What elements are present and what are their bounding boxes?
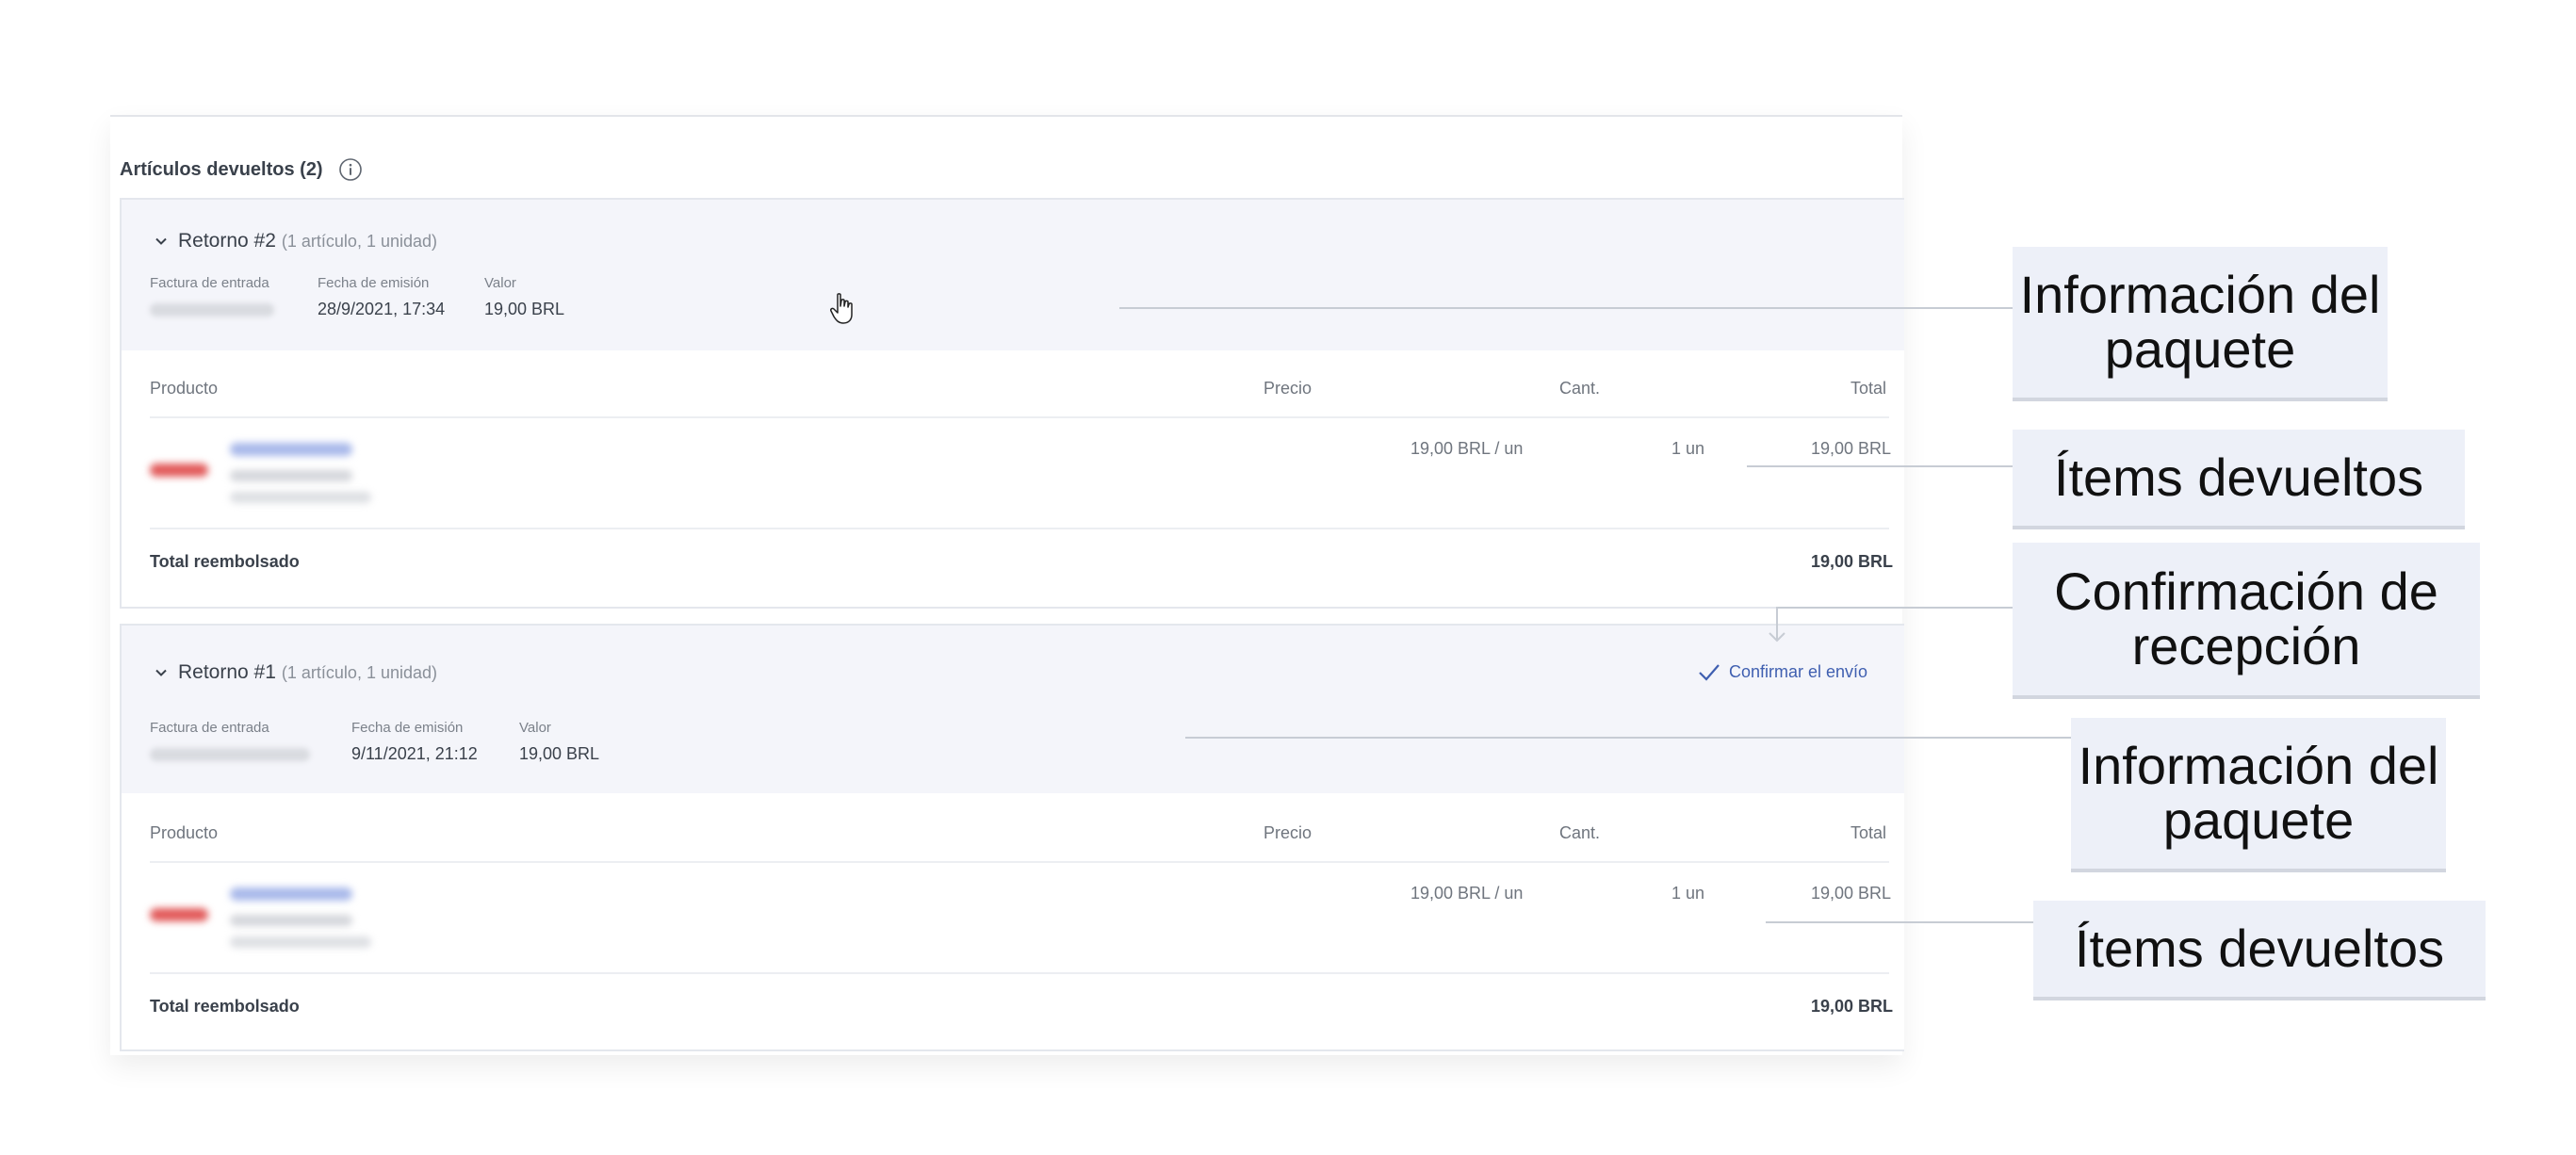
check-icon <box>1699 664 1720 681</box>
refund-total-value: 19,00 BRL <box>1811 552 1894 571</box>
return-title: Retorno #2 <box>178 230 276 252</box>
product-thumbnail <box>150 908 208 921</box>
refund-total-value: 19,00 BRL <box>1811 997 1894 1016</box>
item-price: 19,00 BRL / un <box>1410 439 1524 458</box>
return-header-2: Retorno #2 (1 artículo, 1 unidad) Factur… <box>122 200 1904 350</box>
date-label: Fecha de emisión <box>318 275 430 291</box>
chevron-down-icon <box>155 237 167 245</box>
return-card-2: Retorno #2 (1 artículo, 1 unidad) Factur… <box>120 198 1904 609</box>
divider <box>150 416 1889 418</box>
item-total: 19,00 BRL <box>1811 439 1892 458</box>
date-value: 9/11/2021, 21:12 <box>351 744 478 763</box>
callout-returned-items: Ítems devueltos <box>2033 901 2486 1000</box>
section-title: Artículos devueltos (2) <box>120 158 323 180</box>
hand-cursor-icon <box>830 293 853 324</box>
section-header: Artículos devueltos (2) <box>120 151 363 188</box>
divider <box>150 861 1889 863</box>
invoice-value-redacted <box>150 303 274 317</box>
column-product: Producto <box>150 379 219 398</box>
callout-package-info: Información del paquete <box>2013 247 2388 401</box>
product-sku-redacted <box>230 936 371 948</box>
column-price: Precio <box>1264 823 1312 842</box>
callout-label: Confirmación de recepción <box>2054 561 2438 675</box>
column-product: Producto <box>150 823 219 842</box>
callout-label: Ítems devueltos <box>2053 447 2424 507</box>
product-sku-redacted <box>230 492 371 503</box>
leader-line <box>1747 465 2013 467</box>
info-icon[interactable] <box>338 157 363 182</box>
leader-line <box>1766 921 2033 923</box>
confirm-shipment-button[interactable]: Confirmar el envío <box>1697 661 1867 682</box>
product-thumbnail <box>150 464 208 477</box>
leader-line <box>1119 307 2013 309</box>
item-price: 19,00 BRL / un <box>1410 884 1524 903</box>
return-header-1: Retorno #1 (1 artículo, 1 unidad) Confir… <box>122 626 1904 793</box>
callout-label: Información del paquete <box>2078 736 2439 850</box>
return-toggle-2[interactable]: Retorno #2 (1 artículo, 1 unidad) <box>154 230 437 252</box>
callout-label: Ítems devueltos <box>2074 919 2445 978</box>
column-total: Total <box>1850 379 1887 398</box>
callout-receipt-confirmation: Confirmación de recepción <box>2013 543 2480 699</box>
callout-package-info: Información del paquete <box>2071 718 2446 872</box>
column-qty: Cant. <box>1559 379 1601 398</box>
invoice-value-redacted <box>150 748 310 761</box>
date-label: Fecha de emisión <box>351 720 464 736</box>
return-title: Retorno #1 <box>178 661 276 683</box>
refund-total-label: Total reembolsado <box>150 552 300 571</box>
product-id-redacted <box>230 470 352 481</box>
callout-label: Información del paquete <box>2019 265 2381 379</box>
column-price: Precio <box>1264 379 1312 398</box>
chevron-down-icon <box>155 669 167 676</box>
value-value: 19,00 BRL <box>519 744 600 763</box>
column-total: Total <box>1850 823 1887 842</box>
value-label: Valor <box>519 720 551 736</box>
callout-returned-items: Ítems devueltos <box>2013 430 2465 529</box>
divider <box>150 528 1889 529</box>
arrow-down-icon <box>1769 607 1785 643</box>
divider <box>150 972 1889 974</box>
item-total: 19,00 BRL <box>1811 884 1892 903</box>
confirm-shipment-label: Confirmar el envío <box>1729 661 1868 681</box>
return-subtitle: (1 artículo, 1 unidad) <box>281 662 437 682</box>
return-card-1: Retorno #1 (1 artículo, 1 unidad) Confir… <box>120 624 1904 1051</box>
column-qty: Cant. <box>1559 823 1601 842</box>
item-qty: 1 un <box>1671 439 1705 458</box>
leader-line <box>1777 607 2013 609</box>
product-name-redacted[interactable] <box>230 443 352 456</box>
invoice-label: Factura de entrada <box>150 275 269 291</box>
invoice-label: Factura de entrada <box>150 720 269 736</box>
return-toggle-1[interactable]: Retorno #1 (1 artículo, 1 unidad) <box>154 661 437 684</box>
product-name-redacted[interactable] <box>230 887 352 901</box>
value-label: Valor <box>484 275 516 291</box>
product-id-redacted <box>230 915 352 926</box>
return-subtitle: (1 artículo, 1 unidad) <box>281 231 437 251</box>
date-value: 28/9/2021, 17:34 <box>318 300 446 318</box>
refund-total-label: Total reembolsado <box>150 997 300 1016</box>
value-value: 19,00 BRL <box>484 300 565 318</box>
returned-items-panel: Artículos devueltos (2) Retorno #2 (1 ar… <box>110 115 1904 1055</box>
leader-line <box>1185 737 2075 739</box>
item-qty: 1 un <box>1671 884 1705 903</box>
